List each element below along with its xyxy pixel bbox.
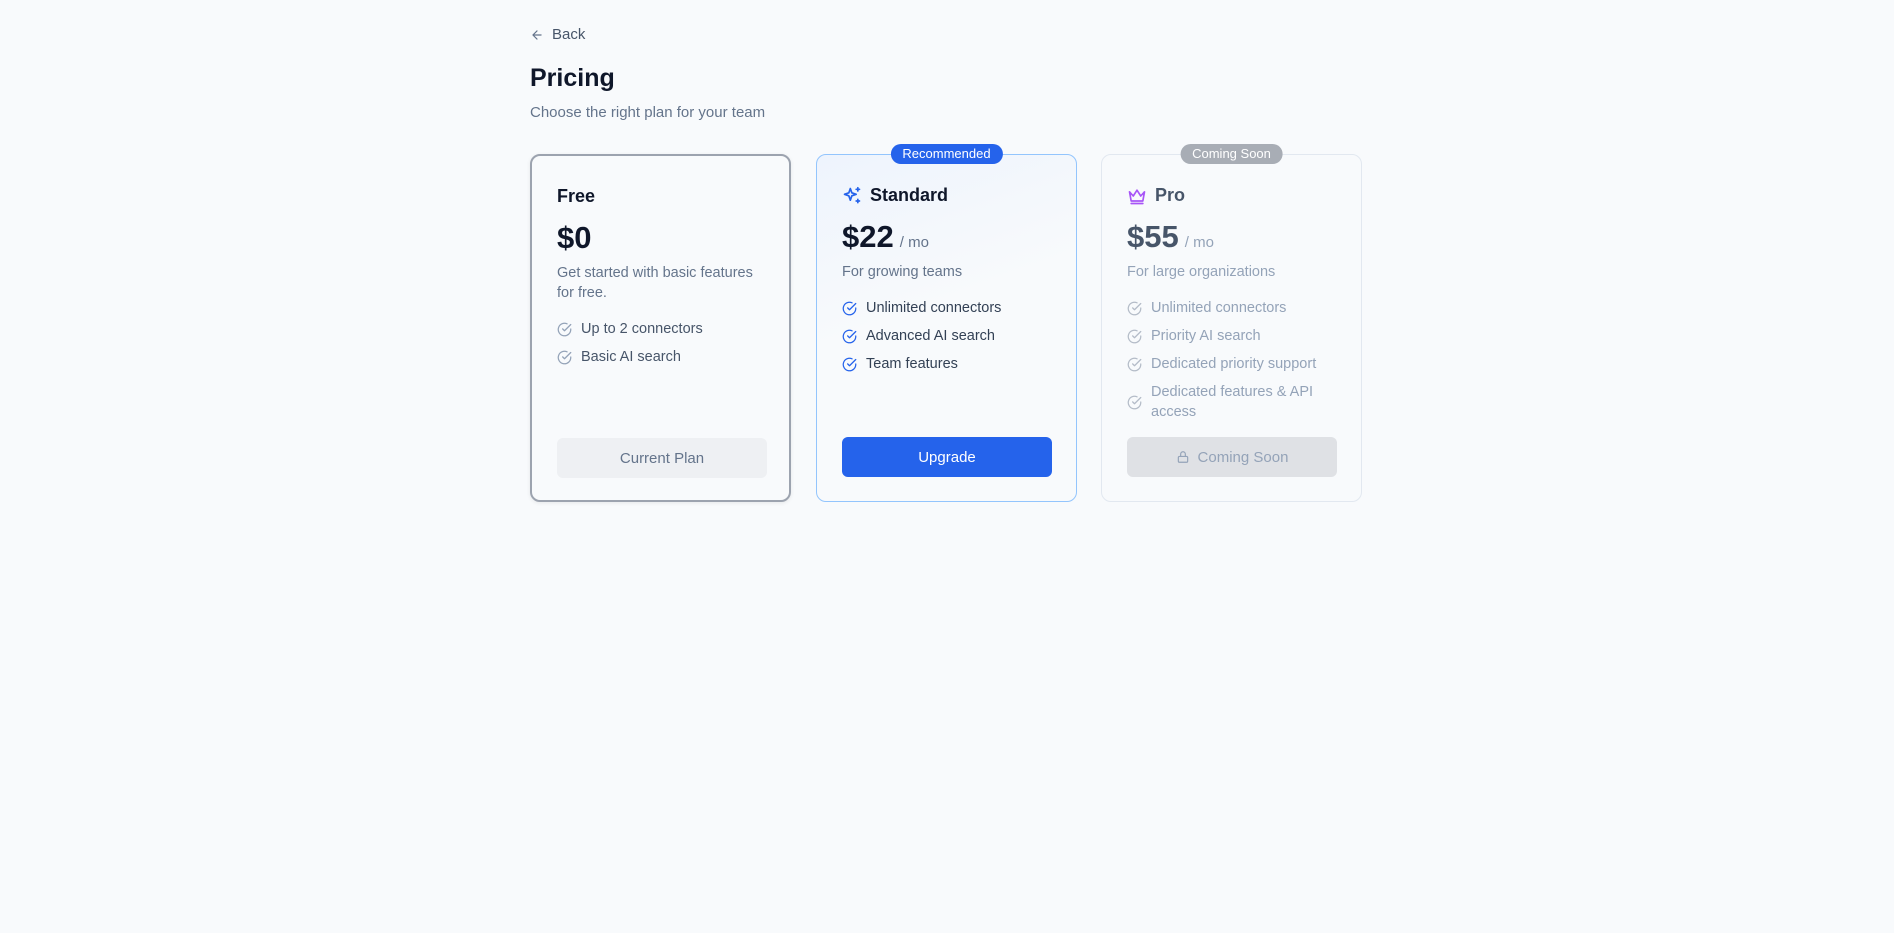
recommended-badge: Recommended	[890, 144, 1003, 164]
check-circle-icon	[557, 350, 572, 364]
feature-item: Priority AI search	[1127, 326, 1342, 346]
coming-soon-badge: Coming Soon	[1180, 144, 1283, 164]
button-label[interactable]: Upgrade	[918, 449, 976, 466]
plan-price: $55 / mo	[1127, 219, 1214, 255]
feature-list: Unlimited connectors Priority AI search …	[1127, 298, 1342, 430]
check-circle-icon	[842, 329, 857, 343]
check-circle-icon	[842, 301, 857, 315]
feature-item: Team features	[842, 354, 1057, 374]
coming-soon-button: Coming Soon	[1127, 437, 1337, 477]
plan-description: For large organizations	[1127, 264, 1276, 280]
check-circle-icon	[1127, 395, 1142, 409]
sparkles-icon	[843, 186, 861, 203]
plan-name: Standard	[870, 185, 949, 205]
feature-label: Dedicated priority support	[1151, 356, 1317, 372]
feature-label: Unlimited connectors	[1151, 300, 1287, 316]
current-plan-button: Current Plan	[557, 438, 767, 478]
check-circle-icon	[557, 322, 572, 336]
feature-list: Up to 2 connectors Basic AI search	[557, 319, 772, 375]
plan-price: $22 / mo	[842, 219, 929, 255]
feature-label: Priority AI search	[1151, 328, 1261, 344]
page-title: Pricing	[530, 64, 615, 92]
plan-description: Get started with basic features for free…	[557, 265, 753, 301]
feature-item: Unlimited connectors	[842, 298, 1057, 318]
feature-label: Up to 2 connectors	[581, 321, 703, 337]
price-amount: $0	[557, 220, 592, 255]
plan-card-free: Free $0 Get started with basic features …	[530, 154, 791, 502]
plan-price: $0	[557, 220, 591, 256]
price-period: / mo	[899, 234, 929, 251]
feature-label: Team features	[866, 356, 958, 372]
price-amount: $55	[1127, 219, 1179, 254]
lock-icon	[1177, 451, 1188, 463]
plan-card-pro: Coming Soon Pro $55 / mo For large organ…	[1101, 144, 1362, 502]
crown-icon	[1128, 188, 1146, 204]
plan-header: Pro	[1127, 185, 1185, 206]
upgrade-button[interactable]: Upgrade	[842, 437, 1052, 477]
check-circle-icon	[842, 357, 857, 371]
feature-item: Unlimited connectors	[1127, 298, 1342, 318]
price-period: / mo	[1184, 234, 1214, 251]
plan-header: Standard	[842, 185, 948, 206]
feature-item: Dedicated features & API access	[1127, 382, 1342, 422]
feature-list: Unlimited connectors Advanced AI search …	[842, 298, 1057, 382]
plan-name: Pro	[1155, 185, 1186, 205]
feature-label: Dedicated features & API access	[1151, 384, 1314, 420]
back-label[interactable]: Back	[552, 26, 585, 43]
price-amount: $22	[842, 219, 894, 254]
check-circle-icon	[1127, 301, 1142, 315]
button-label: Current Plan	[619, 449, 705, 467]
feature-label: Advanced AI search	[866, 328, 995, 344]
arrow-left-icon	[532, 29, 542, 40]
feature-item: Up to 2 connectors	[557, 319, 772, 339]
feature-item: Basic AI search	[557, 347, 772, 367]
button-label: Coming Soon	[1197, 448, 1289, 466]
feature-label: Basic AI search	[581, 349, 681, 365]
feature-item: Dedicated priority support	[1127, 354, 1342, 374]
check-circle-icon	[1127, 329, 1142, 343]
check-circle-icon	[1127, 357, 1142, 371]
plan-card-standard: Recommended Standard $22 / mo For growin…	[816, 144, 1077, 502]
feature-label: Unlimited connectors	[866, 300, 1002, 316]
page-subtitle: Choose the right plan for your team	[530, 104, 766, 121]
plan-header: Free	[557, 186, 595, 207]
plan-name: Free	[557, 186, 596, 206]
back-link[interactable]: Back	[530, 26, 585, 43]
feature-item: Advanced AI search	[842, 326, 1057, 346]
plan-description: For growing teams	[842, 264, 963, 280]
